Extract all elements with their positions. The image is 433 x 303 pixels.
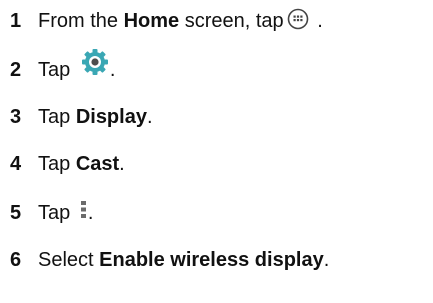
step-text-end: . bbox=[311, 10, 323, 32]
overflow-menu-icon bbox=[80, 200, 88, 220]
step-number: 3 bbox=[10, 106, 22, 128]
step-text: Tap . bbox=[38, 49, 116, 85]
step-text: Tap Display . bbox=[38, 107, 153, 127]
step-2: 2 Tap . bbox=[10, 49, 116, 85]
cast-label: Cast bbox=[75, 153, 120, 175]
step-text-end: . bbox=[323, 249, 330, 271]
step-text: From the Home screen, tap . bbox=[38, 8, 323, 32]
step-text-end: . bbox=[109, 59, 116, 81]
step-text-prefix: Tap bbox=[38, 202, 76, 224]
step-number: 1 bbox=[10, 10, 22, 32]
step-text-prefix: Select bbox=[38, 249, 100, 271]
step-text: Tap . bbox=[38, 200, 94, 224]
display-label: Display bbox=[75, 106, 147, 128]
step-number: 4 bbox=[10, 153, 22, 175]
step-number: 5 bbox=[10, 202, 22, 224]
step-text-middle: screen, tap bbox=[179, 10, 284, 32]
step-text-end: . bbox=[87, 202, 94, 224]
step-text: Tap Cast . bbox=[38, 154, 125, 174]
enable-wireless-display-label: Enable wireless display bbox=[99, 249, 324, 271]
step-number: 6 bbox=[10, 249, 22, 271]
step-text-prefix: Tap bbox=[38, 153, 76, 175]
step-text-end: . bbox=[146, 106, 153, 128]
step-6: 6 Select Enable wireless display . bbox=[10, 245, 329, 275]
step-text-prefix: Tap bbox=[38, 106, 76, 128]
step-3: 3 Tap Display . bbox=[10, 102, 153, 132]
settings-gear-icon bbox=[80, 47, 110, 77]
step-text-prefix: From the bbox=[38, 10, 124, 32]
step-text-prefix: Tap bbox=[38, 59, 76, 81]
step-4: 4 Tap Cast . bbox=[10, 149, 125, 179]
home-label: Home bbox=[123, 10, 180, 32]
instruction-steps: 1 From the Home screen, tap . 2 Tap . 3 … bbox=[0, 0, 433, 303]
step-text-end: . bbox=[119, 153, 125, 175]
step-5: 5 Tap . bbox=[10, 198, 93, 228]
step-1: 1 From the Home screen, tap . bbox=[10, 6, 323, 36]
apps-grid-icon bbox=[287, 8, 309, 30]
step-text: Select Enable wireless display . bbox=[38, 250, 329, 270]
step-number: 2 bbox=[10, 59, 22, 81]
